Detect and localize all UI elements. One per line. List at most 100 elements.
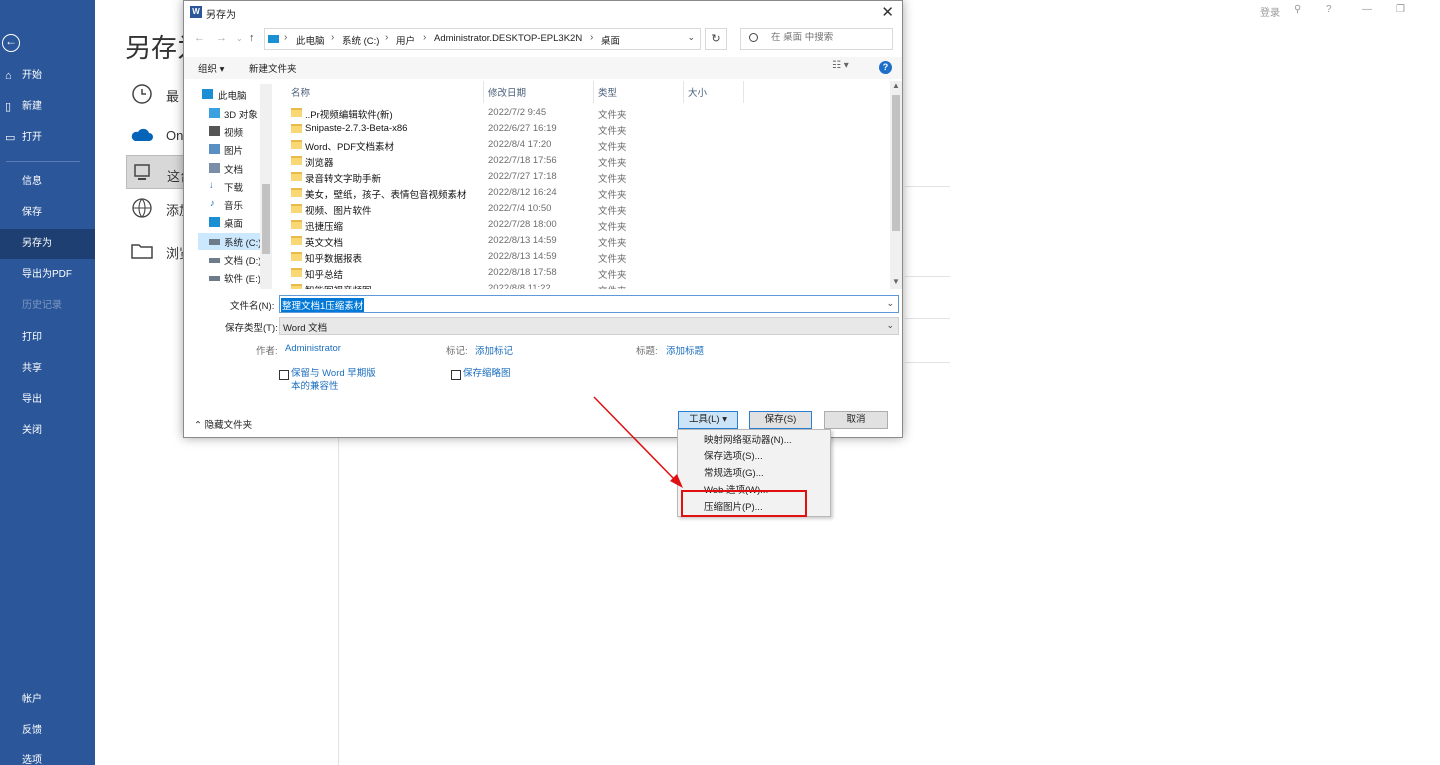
- column-type[interactable]: 类型: [598, 85, 617, 99]
- cancel-button[interactable]: 取消: [824, 411, 888, 429]
- file-date: 2022/7/28 18:00: [488, 219, 557, 230]
- chevron-down-icon[interactable]: ⌄: [687, 32, 695, 43]
- file-date: 2022/8/4 17:20: [488, 139, 552, 150]
- compat-checkbox-label[interactable]: 保留与 Word 早期版 本的兼容性: [291, 367, 376, 393]
- compat-label-line1: 保留与 Word 早期版: [291, 368, 376, 379]
- file-row[interactable]: 浏览器 2022/7/18 17:56 文件夹: [274, 153, 754, 169]
- breadcrumb-system-c[interactable]: 系统 (C:): [342, 33, 379, 47]
- nav-info[interactable]: 信息: [0, 167, 95, 197]
- nav-save-as[interactable]: 另存为: [0, 229, 95, 259]
- tree-item-label: 文档: [224, 165, 244, 176]
- chevron-down-icon[interactable]: ⌄: [886, 320, 894, 331]
- file-row[interactable]: 知乎总结 2022/8/18 17:58 文件夹: [274, 265, 754, 281]
- film-icon: [209, 126, 220, 136]
- coauthor-icon[interactable]: ⚲: [1294, 4, 1301, 15]
- file-row[interactable]: 视频、图片软件 2022/7/4 10:50 文件夹: [274, 201, 754, 217]
- tree-item-label: 桌面: [224, 219, 244, 230]
- nav-save[interactable]: 保存: [0, 198, 95, 228]
- column-divider[interactable]: [593, 81, 594, 103]
- location-this-pc[interactable]: 这台: [126, 155, 193, 189]
- breadcrumb-user[interactable]: Administrator.DESKTOP-EPL3K2N: [434, 33, 582, 44]
- tags-value[interactable]: 添加标记: [475, 343, 513, 357]
- chevron-down-icon[interactable]: ⌄: [886, 298, 894, 309]
- recent-dropdown-icon[interactable]: ⌄: [236, 34, 243, 43]
- nav-export[interactable]: 导出: [0, 385, 95, 415]
- hide-folders-toggle[interactable]: ⌃ 隐藏文件夹: [194, 417, 252, 431]
- tree-scrollbar[interactable]: [260, 84, 272, 289]
- nav-feedback[interactable]: 反馈: [0, 716, 95, 746]
- refresh-icon[interactable]: ↻: [705, 28, 727, 50]
- up-icon[interactable]: ↑: [249, 32, 255, 44]
- menu-item-save-options[interactable]: 保存选项(S)...: [704, 448, 763, 462]
- scroll-up-icon[interactable]: ▲: [892, 81, 900, 90]
- menu-item-general-options[interactable]: 常规选项(G)...: [704, 465, 764, 479]
- address-bar[interactable]: › 此电脑 › 系统 (C:) › 用户 › Administrator.DES…: [264, 28, 701, 50]
- nav-open[interactable]: ▭ 打开: [0, 123, 95, 153]
- help-icon[interactable]: ?: [1326, 4, 1332, 15]
- close-icon[interactable]: ✕: [881, 3, 894, 21]
- thumbnail-checkbox[interactable]: [451, 370, 461, 380]
- title-value[interactable]: 添加标题: [666, 343, 704, 357]
- breadcrumb-users[interactable]: 用户: [396, 33, 415, 47]
- tools-button[interactable]: 工具(L) ▾: [678, 411, 738, 429]
- file-row[interactable]: 迅捷压缩 2022/7/28 18:00 文件夹: [274, 217, 754, 233]
- breadcrumb-this-pc[interactable]: 此电脑: [296, 33, 325, 47]
- new-folder-button[interactable]: 新建文件夹: [249, 61, 297, 75]
- help-icon[interactable]: ?: [879, 61, 892, 74]
- file-row[interactable]: 英文文档 2022/8/13 14:59 文件夹: [274, 233, 754, 249]
- title-label: 标题:: [636, 346, 658, 357]
- filename-input[interactable]: 整理文档1压缩素材 ⌄: [279, 295, 899, 313]
- nav-close[interactable]: 关闭: [0, 416, 95, 446]
- view-options-icon[interactable]: ☷ ▾: [832, 60, 849, 71]
- nav-print[interactable]: 打印: [0, 323, 95, 353]
- nav-export-pdf[interactable]: 导出为PDF: [0, 260, 95, 290]
- file-row[interactable]: ..Pr视频编辑软件(新) 2022/7/2 9:45 文件夹: [274, 105, 754, 121]
- menu-item-map-drive[interactable]: 映射网络驱动器(N)...: [704, 432, 792, 446]
- save-button[interactable]: 保存(S): [749, 411, 812, 429]
- column-divider[interactable]: [483, 81, 484, 103]
- file-list-scrollbar-thumb[interactable]: [892, 95, 900, 231]
- nav-options[interactable]: 选项: [0, 746, 95, 765]
- filetype-select[interactable]: Word 文档 ⌄: [279, 317, 899, 335]
- file-row[interactable]: 知乎数据报表 2022/8/13 14:59 文件夹: [274, 249, 754, 265]
- thumbnail-checkbox-label[interactable]: 保存缩略图: [463, 367, 511, 380]
- back-icon[interactable]: ←: [194, 32, 205, 44]
- file-row[interactable]: Snipaste-2.7.3-Beta-x86 2022/6/27 16:19 文件…: [274, 121, 754, 137]
- tree-item-system-c[interactable]: 系统 (C:): [198, 233, 261, 250]
- file-row[interactable]: 录音转文字助手新 2022/7/27 17:18 文件夹: [274, 169, 754, 185]
- nav-share[interactable]: 共享: [0, 354, 95, 384]
- file-name: Snipaste-2.7.3-Beta-x86: [305, 123, 408, 134]
- search-box[interactable]: [740, 28, 893, 50]
- minimize-icon[interactable]: —: [1362, 4, 1372, 15]
- compat-checkbox[interactable]: [279, 370, 289, 380]
- column-divider[interactable]: [743, 81, 744, 103]
- forward-icon[interactable]: →: [216, 32, 227, 44]
- file-name: 智能图视音频图: [305, 283, 372, 289]
- breadcrumb-desktop[interactable]: 桌面: [601, 33, 620, 47]
- column-date[interactable]: 修改日期: [488, 85, 526, 99]
- file-date: 2022/8/18 17:58: [488, 267, 557, 278]
- nav-divider: [6, 161, 80, 162]
- file-row[interactable]: Word、PDF文档素材 2022/8/4 17:20 文件夹: [274, 137, 754, 153]
- file-type: 文件夹: [598, 174, 627, 185]
- author-value[interactable]: Administrator: [285, 343, 341, 354]
- organize-button[interactable]: 组织 ▾: [198, 61, 224, 75]
- back-arrow-icon[interactable]: [2, 34, 20, 52]
- scroll-down-icon[interactable]: ▼: [892, 277, 900, 286]
- column-name[interactable]: 名称: [291, 85, 310, 99]
- restore-icon[interactable]: ❐: [1396, 4, 1405, 15]
- file-row[interactable]: 智能图视音频图 2022/8/8 11:22 文件夹: [274, 281, 754, 289]
- filename-value[interactable]: 整理文档1压缩素材: [281, 298, 365, 312]
- search-input[interactable]: [771, 32, 886, 43]
- file-list-scrollbar[interactable]: ▲ ▼: [890, 81, 902, 289]
- nav-new[interactable]: ▯ 新建: [0, 92, 95, 122]
- nav-home[interactable]: ⌂ 开始: [0, 61, 95, 91]
- nav-home-label: 开始: [22, 70, 42, 81]
- column-divider[interactable]: [683, 81, 684, 103]
- login-link[interactable]: 登录: [1260, 4, 1280, 19]
- column-size[interactable]: 大小: [688, 85, 707, 99]
- nav-account[interactable]: 帐户: [0, 685, 95, 715]
- file-row[interactable]: 美女，壁纸，孩子、表情包音视频素材 2022/8/12 16:24 文件夹: [274, 185, 754, 201]
- tree-scrollbar-thumb[interactable]: [262, 184, 270, 254]
- drive-icon: [209, 239, 220, 245]
